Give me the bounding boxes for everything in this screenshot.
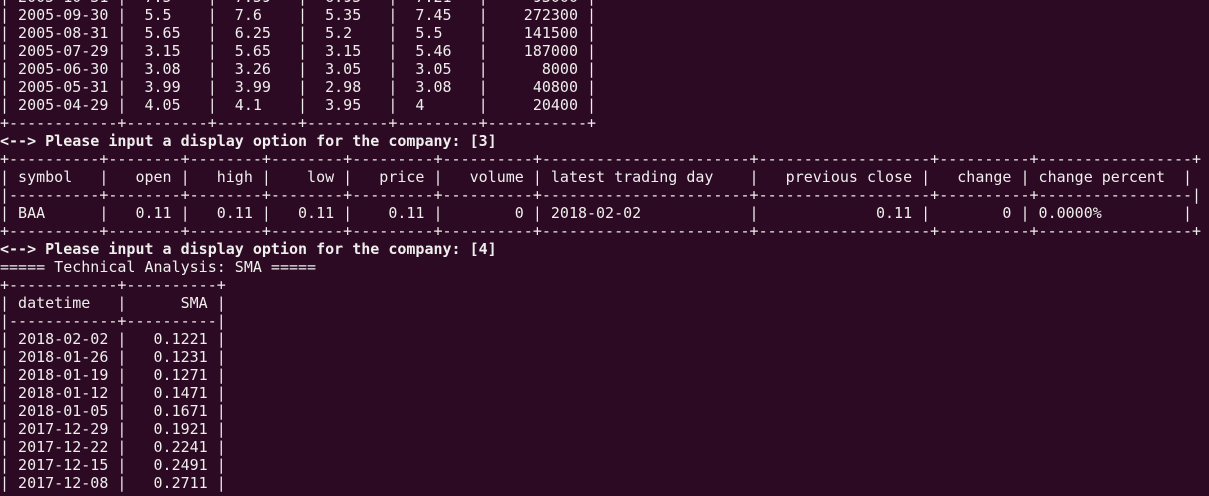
- output-line: | 2005-06-30 | 3.08 | 3.26 | 3.05 | 3.05…: [0, 60, 597, 78]
- output-line: +------------+---------+---------+------…: [0, 114, 597, 132]
- output-line: | 2017-12-22 | 0.2241 |: [0, 438, 226, 456]
- terminal-window[interactable]: | 2005-10-31 | 7.5 | 7.59 | 6.95 | 7.21 …: [0, 0, 1209, 496]
- output-line: | datetime | SMA |: [0, 294, 226, 312]
- output-line: |----------+--------+--------+--------+-…: [0, 186, 1202, 204]
- output-line: | 2018-01-26 | 0.1231 |: [0, 348, 226, 366]
- output-line: | 2018-02-02 | 0.1221 |: [0, 330, 226, 348]
- output-line: |------------+----------|: [0, 312, 226, 330]
- terminal-output: | 2005-10-31 | 7.5 | 7.59 | 6.95 | 7.21 …: [0, 0, 1201, 492]
- prompt-line: <--> Please input a display option for t…: [0, 240, 497, 258]
- prompt-line: <--> Please input a display option for t…: [0, 132, 497, 150]
- output-line: +----------+--------+--------+--------+-…: [0, 222, 1202, 240]
- output-line: | 2018-01-12 | 0.1471 |: [0, 384, 226, 402]
- output-line: | 2005-04-29 | 4.05 | 4.1 | 3.95 | 4 | 2…: [0, 96, 597, 114]
- output-line: | 2005-07-29 | 3.15 | 5.65 | 3.15 | 5.46…: [0, 42, 597, 60]
- output-line: | 2017-12-08 | 0.2711 |: [0, 474, 226, 492]
- output-line: | 2018-01-19 | 0.1271 |: [0, 366, 226, 384]
- output-line: +------------+----------+: [0, 276, 226, 294]
- output-line: | 2005-09-30 | 5.5 | 7.6 | 5.35 | 7.45 |…: [0, 6, 597, 24]
- output-line: | 2017-12-15 | 0.2491 |: [0, 456, 226, 474]
- output-line: | 2005-08-31 | 5.65 | 6.25 | 5.2 | 5.5 |…: [0, 24, 597, 42]
- output-line: | BAA | 0.11 | 0.11 | 0.11 | 0.11 | 0 | …: [0, 204, 1193, 222]
- output-line: | 2017-12-29 | 0.1921 |: [0, 420, 226, 438]
- output-line: | 2005-05-31 | 3.99 | 3.99 | 2.98 | 3.08…: [0, 78, 597, 96]
- output-line: ===== Technical Analysis: SMA =====: [0, 258, 317, 276]
- output-line: +----------+--------+--------+--------+-…: [0, 150, 1202, 168]
- output-line: | symbol | open | high | low | price | v…: [0, 168, 1193, 186]
- output-line: | 2018-01-05 | 0.1671 |: [0, 402, 226, 420]
